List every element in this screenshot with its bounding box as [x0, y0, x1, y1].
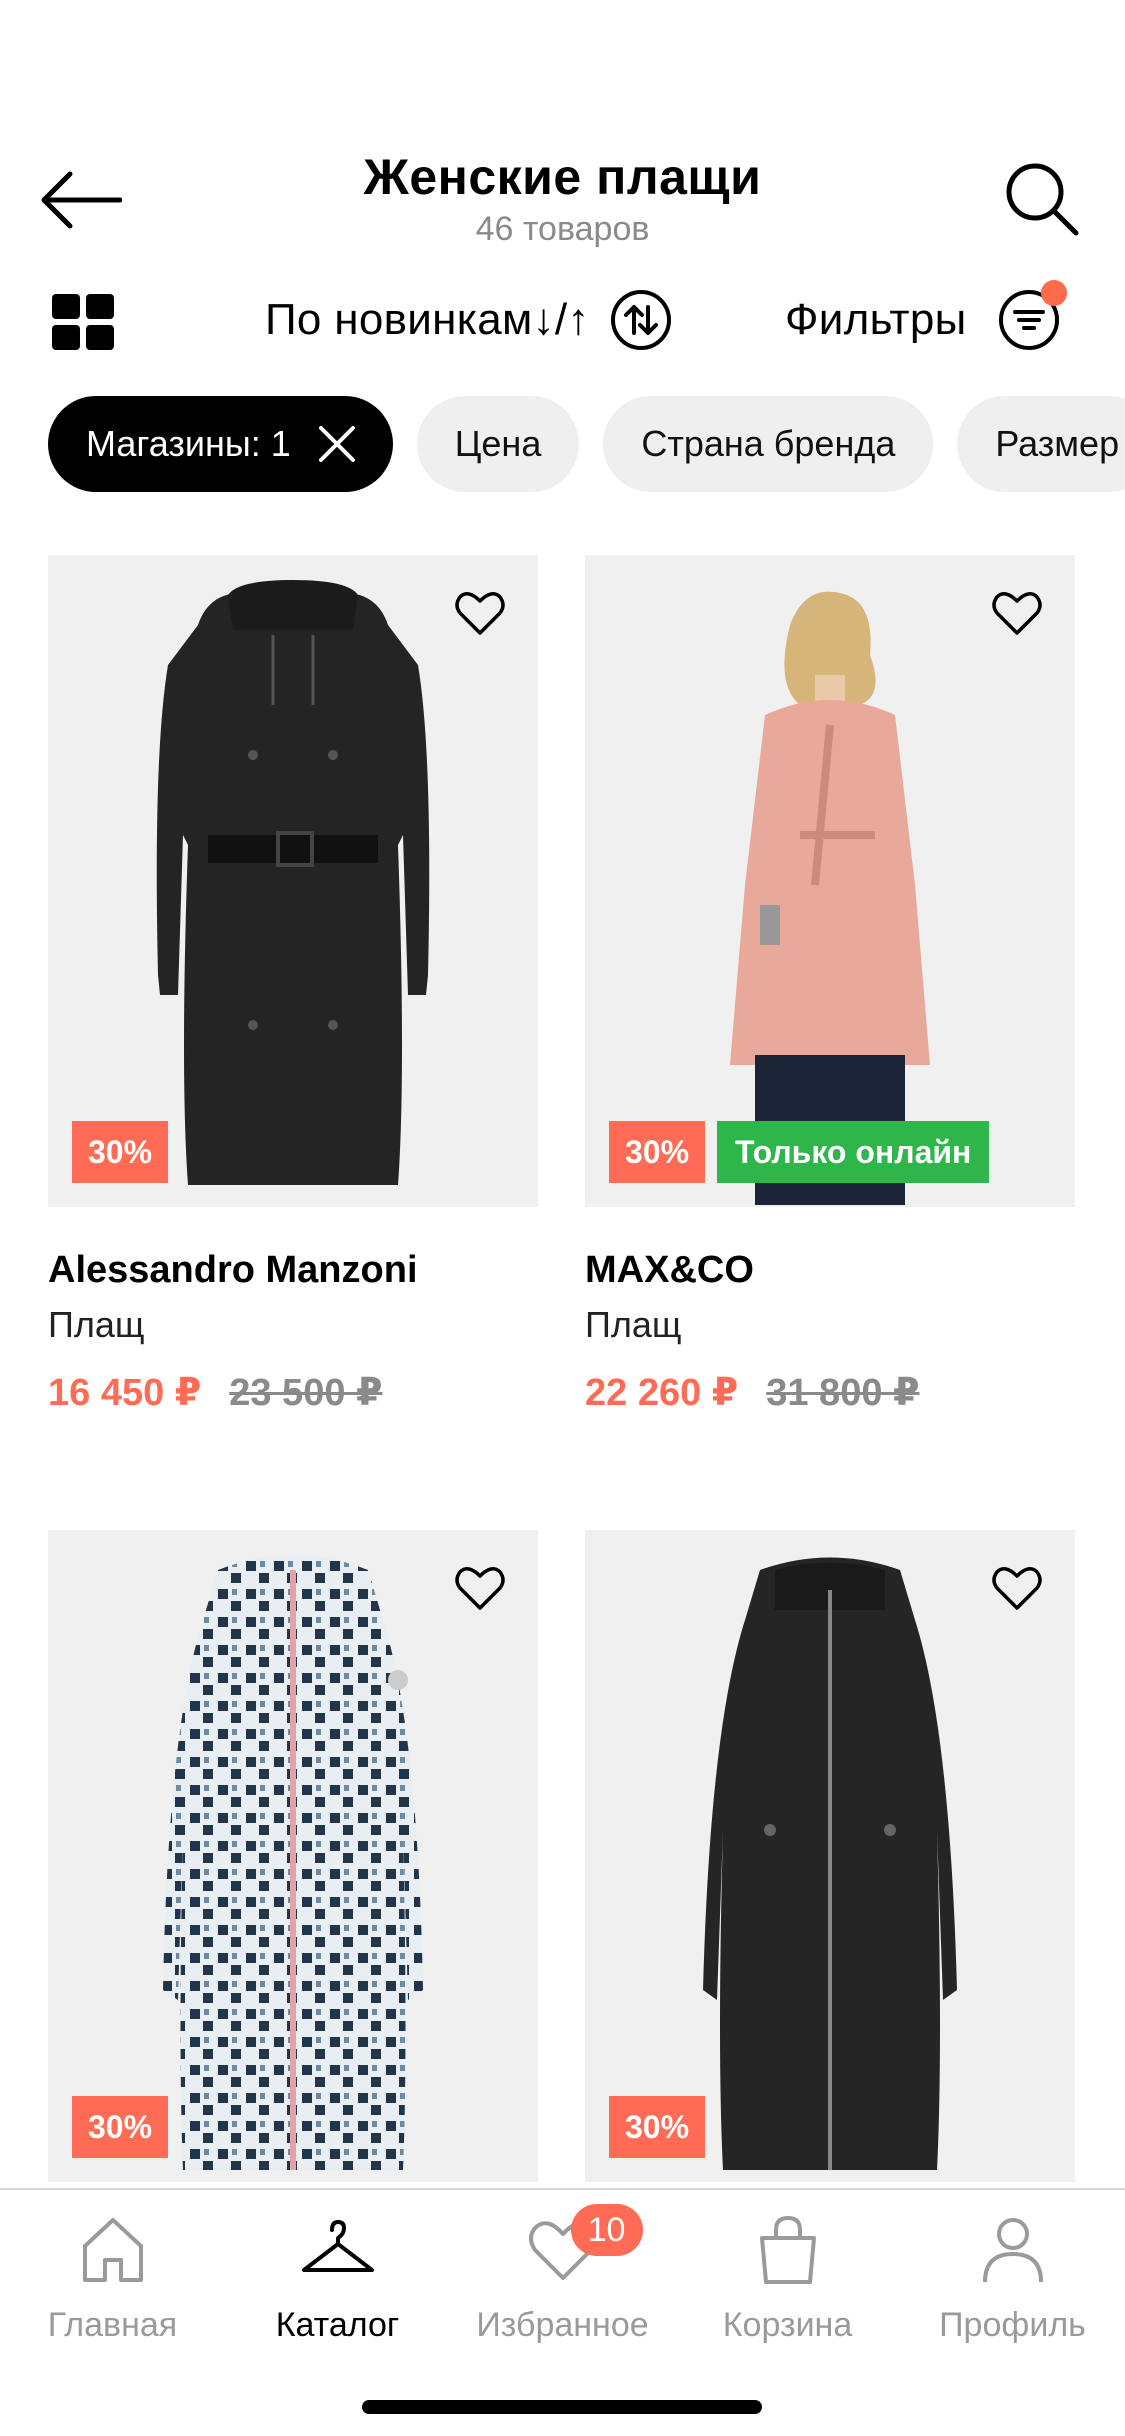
- home-icon: [82, 2218, 143, 2282]
- product-image[interactable]: 30%: [585, 1530, 1075, 2182]
- nav-label: Профиль: [939, 2306, 1086, 2344]
- filters-button[interactable]: Фильтры: [785, 280, 1067, 360]
- nav-profile[interactable]: Профиль: [900, 2210, 1125, 2345]
- bottom-navigation: Главная Каталог 10 Избранное Корзина Про…: [0, 2188, 1125, 2436]
- chip-label: Магазины: 1: [86, 423, 291, 464]
- sort-arrows-icon: [610, 290, 671, 350]
- heart-icon[interactable]: [452, 585, 508, 641]
- profile-icon: [982, 2218, 1043, 2283]
- favorites-icon-wrap: 10: [523, 2204, 643, 2290]
- product-prices: 16 450 ₽ 23 500 ₽: [48, 1370, 538, 1415]
- back-button[interactable]: [40, 160, 130, 240]
- nav-label: Главная: [47, 2306, 178, 2344]
- items-count: 46 товаров: [475, 210, 650, 248]
- online-only-badge: Только онлайн: [717, 1121, 990, 1183]
- chip-price[interactable]: Цена: [416, 396, 580, 492]
- filter-chips: Магазины: 1 Цена Страна бренда Размер: [48, 396, 1125, 492]
- discount-badge: 30%: [609, 2096, 706, 2158]
- product-card[interactable]: 30% Только онлайн MAX&CO Плащ 22 260 ₽ 3…: [585, 555, 1075, 1415]
- price-new: 16 450 ₽: [48, 1372, 202, 1414]
- chip-size[interactable]: Размер: [957, 396, 1125, 492]
- product-image[interactable]: 30% Только онлайн: [585, 555, 1075, 1207]
- chip-brand-country[interactable]: Страна бренда: [603, 396, 934, 492]
- badges: 30%: [72, 2096, 169, 2158]
- sort-label: По новинкам↓/↑: [265, 295, 590, 344]
- catalog-screen: Женские плащи 46 товаров По новинкам↓/↑: [0, 0, 1125, 2436]
- badges: 30% Только онлайн: [609, 1121, 990, 1183]
- discount-badge: 30%: [72, 2096, 169, 2158]
- chip-label: Цена: [454, 423, 542, 464]
- home-indicator[interactable]: [362, 2400, 762, 2414]
- header: Женские плащи 46 товаров: [0, 140, 1125, 270]
- product-card[interactable]: 30%: [585, 1530, 1075, 2182]
- nav-home[interactable]: Главная: [0, 2210, 225, 2345]
- chip-stores[interactable]: Магазины: 1: [48, 396, 393, 492]
- chip-label: Страна бренда: [641, 423, 896, 464]
- chip-label: Размер: [995, 423, 1120, 464]
- heart-icon[interactable]: [989, 1560, 1045, 1616]
- grid-cell-icon: [52, 294, 80, 319]
- product-image[interactable]: 30%: [48, 1530, 538, 2182]
- discount-badge: 30%: [72, 1121, 169, 1183]
- product-brand: MAX&CO: [585, 1249, 754, 1291]
- nav-label: Каталог: [275, 2306, 400, 2344]
- badges: 30%: [609, 2096, 706, 2158]
- search-icon: [1006, 163, 1079, 236]
- product-brand: Alessandro Manzoni: [48, 1249, 418, 1291]
- filters-label: Фильтры: [785, 295, 967, 344]
- product-card[interactable]: 30% Alessandro Manzoni Плащ 16 450 ₽ 23 …: [48, 555, 538, 1415]
- nav-catalog[interactable]: Каталог: [225, 2210, 450, 2345]
- price-old: 31 800 ₽: [766, 1372, 920, 1414]
- product-card[interactable]: 30%: [48, 1530, 538, 2182]
- product-type: Плащ: [585, 1304, 682, 1345]
- black-parka-image: [703, 1557, 957, 2170]
- product-prices: 22 260 ₽ 31 800 ₽: [585, 1370, 1075, 1415]
- discount-badge: 30%: [609, 1121, 706, 1183]
- printed-parka-image: [163, 1555, 423, 2170]
- grid-cell-icon: [86, 294, 114, 319]
- filter-active-dot: [1040, 280, 1067, 306]
- pink-trench-model-image: [730, 591, 930, 1205]
- filter-icon-wrap: [997, 280, 1067, 352]
- page-title: Женские плащи: [363, 149, 762, 205]
- grid-cell-icon: [52, 325, 80, 350]
- black-trench-coat-image: [156, 580, 430, 1185]
- heart-icon[interactable]: [989, 585, 1045, 641]
- search-button[interactable]: [997, 154, 1087, 244]
- badges: 30%: [72, 1121, 169, 1183]
- nav-cart[interactable]: Корзина: [675, 2210, 900, 2345]
- close-icon[interactable]: [317, 424, 357, 464]
- nav-favorites[interactable]: 10 Избранное: [450, 2204, 675, 2345]
- sort-button[interactable]: По новинкам↓/↑: [265, 280, 672, 360]
- grid-view-toggle[interactable]: [52, 294, 114, 350]
- product-image[interactable]: 30%: [48, 555, 538, 1207]
- grid-cell-icon: [86, 325, 114, 350]
- product-type: Плащ: [48, 1304, 145, 1345]
- sort-filter-bar: По новинкам↓/↑ Фильтры: [0, 280, 1125, 360]
- nav-label: Избранное: [476, 2306, 649, 2344]
- hanger-icon: [301, 2220, 374, 2272]
- heart-icon[interactable]: [452, 1560, 508, 1616]
- price-old: 23 500 ₽: [229, 1372, 383, 1414]
- arrow-left-icon: [41, 171, 122, 229]
- nav-label: Корзина: [722, 2306, 853, 2344]
- bag-icon: [759, 2215, 816, 2284]
- favorites-count-badge: 10: [570, 2204, 643, 2256]
- price-new: 22 260 ₽: [585, 1372, 739, 1414]
